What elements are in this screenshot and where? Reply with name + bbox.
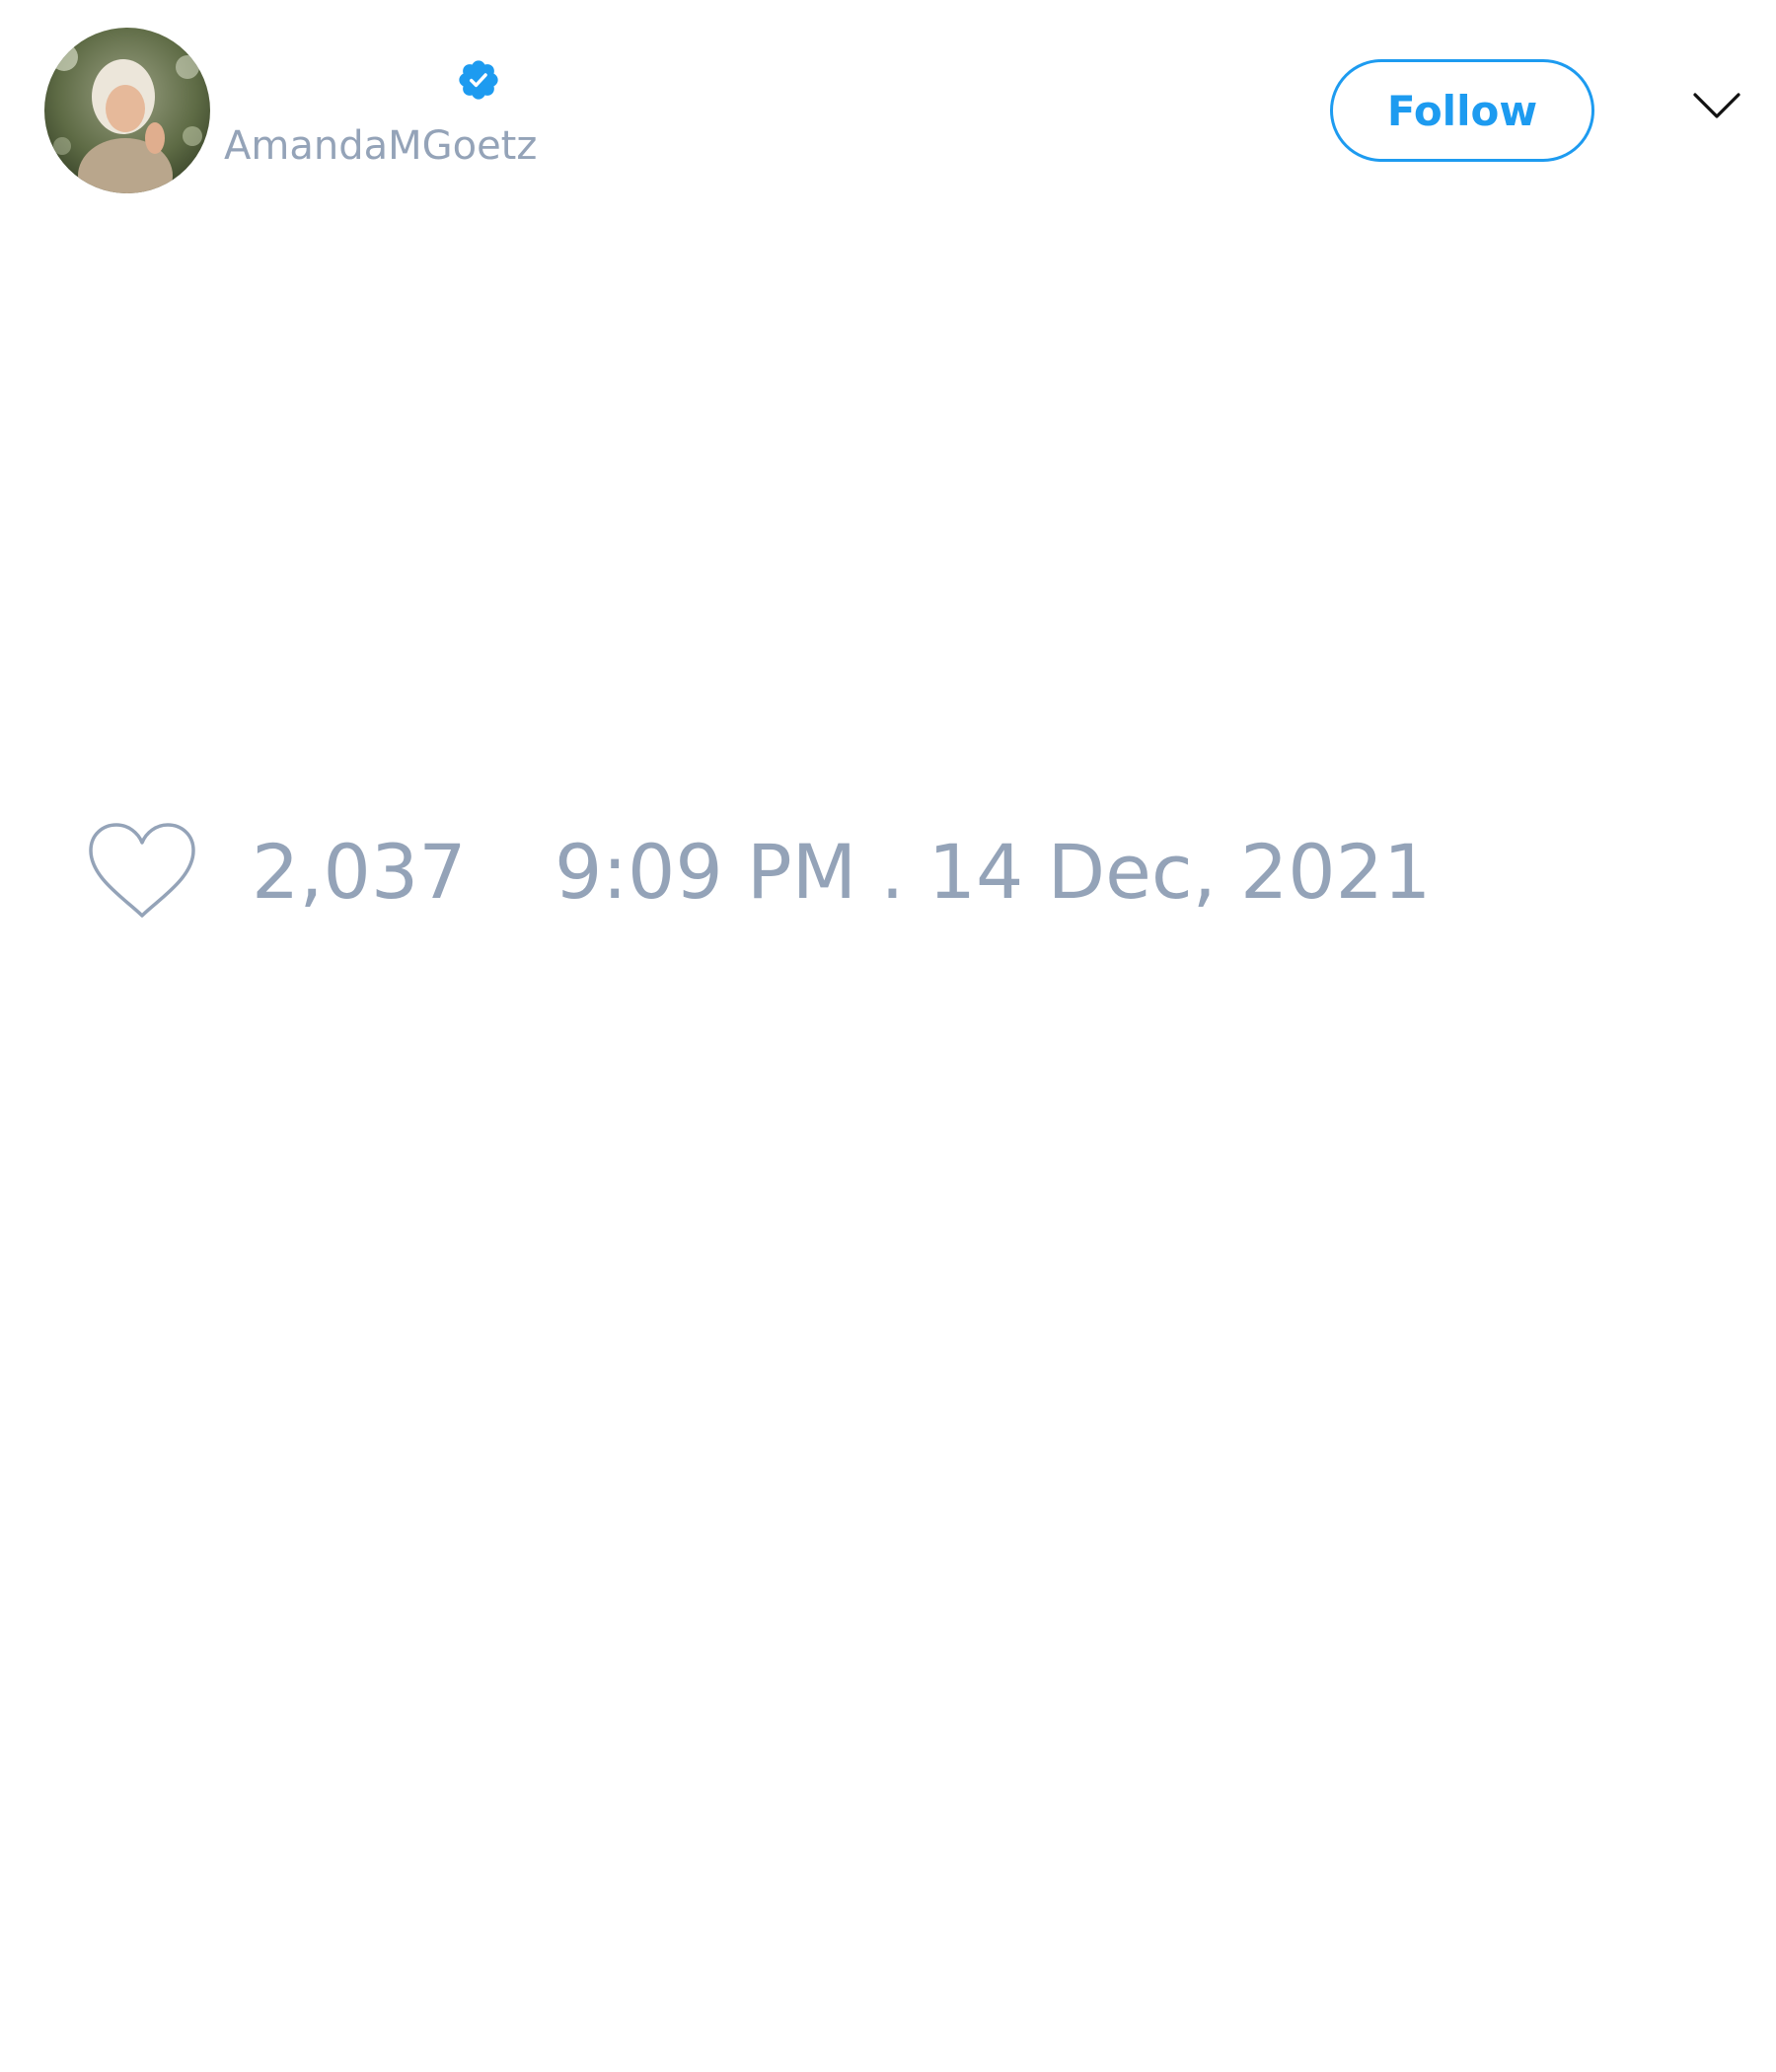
like-count: 2,037	[252, 828, 467, 916]
avatar[interactable]	[44, 28, 210, 193]
chevron-down-icon[interactable]	[1692, 90, 1741, 123]
profile-photo	[44, 28, 210, 193]
heart-icon[interactable]	[87, 821, 197, 920]
follow-button[interactable]: Follow	[1330, 59, 1594, 162]
tweet-timestamp[interactable]: 9:09 PM . 14 Dec, 2021	[555, 835, 1431, 910]
user-handle[interactable]: AmandaMGoetz	[224, 126, 537, 166]
verified-badge-icon	[459, 60, 498, 100]
